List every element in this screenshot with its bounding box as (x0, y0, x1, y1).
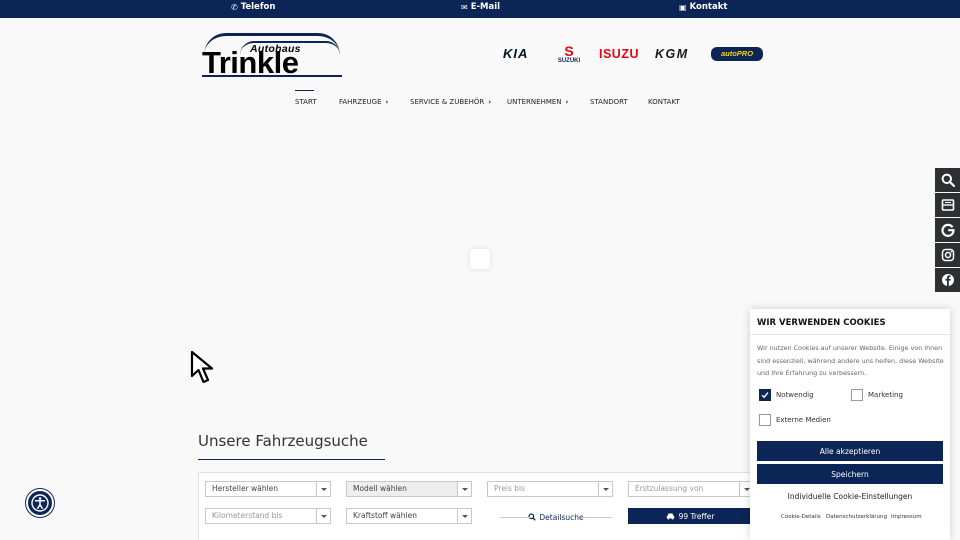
accept-all-button[interactable]: Alle akzeptieren (757, 441, 943, 461)
contact-label: Kontakt (689, 2, 728, 12)
nav-item-standort[interactable]: STANDORT (590, 98, 628, 106)
instagram-icon (941, 248, 954, 262)
chevron-down-icon (457, 482, 471, 496)
logo-underline (202, 75, 342, 77)
checkbox-checked[interactable] (759, 389, 771, 401)
main-navigation: START FAHRZEUGE › SERVICE & ZUBEHÖR › UN… (0, 90, 960, 110)
checkbox-label: Marketing (868, 391, 903, 399)
privacy-policy-link[interactable]: Datenschutzerklärung (826, 514, 887, 520)
registration-select[interactable]: Erstzulassung von (628, 481, 754, 497)
nav-item-service[interactable]: SERVICE & ZUBEHÖR › (410, 98, 491, 106)
select-value: Modell wählen (353, 484, 407, 493)
brand-isuzu-logo[interactable]: ISUZU (599, 47, 639, 61)
checkbox-unchecked[interactable] (851, 389, 863, 401)
select-value: Kilometerstand bis (212, 511, 283, 520)
mouse-cursor-icon (190, 350, 214, 384)
envelope-icon: ✉ (461, 2, 468, 12)
nav-label: FAHRZEUGE (339, 98, 382, 106)
accessibility-button[interactable] (26, 489, 54, 517)
nav-item-kontakt[interactable]: KONTAKT (648, 98, 680, 106)
chevron-right-icon: › (488, 98, 492, 106)
contact-card-icon: ▣ (679, 2, 687, 12)
cookie-checkbox-notwendig[interactable]: Notwendig (759, 389, 814, 401)
nav-label: START (295, 98, 317, 106)
facebook-icon (941, 274, 954, 286)
google-icon (940, 223, 955, 237)
cookie-title: WIR VERWENDEN COOKIES (757, 318, 886, 328)
nav-item-fahrzeuge[interactable]: FAHRZEUGE › (339, 98, 388, 106)
model-select[interactable]: Modell wählen (346, 481, 472, 497)
nav-label: SERVICE & ZUBEHÖR (410, 98, 485, 106)
select-value: Kraftstoff wählen (353, 511, 417, 520)
phone-link[interactable]: ✆ Telefon (231, 2, 275, 12)
cookie-consent-panel: WIR VERWENDEN COOKIES Wir nutzen Cookies… (750, 309, 950, 540)
checkbox-unchecked[interactable] (759, 414, 771, 426)
chevron-right-icon: › (385, 98, 389, 106)
results-count-label: 99 Treffer (678, 511, 715, 521)
checkmark-icon (761, 392, 769, 399)
chevron-down-icon (316, 509, 330, 523)
results-button[interactable]: 99 Treffer (628, 508, 752, 524)
site-logo[interactable]: Autohaus Trinkle (202, 30, 342, 80)
contact-link[interactable]: ▣ Kontakt (679, 2, 727, 12)
select-value: Hersteller wählen (212, 484, 278, 493)
side-instagram-button[interactable] (935, 243, 960, 267)
brand-kgm-logo[interactable]: KGM (655, 47, 689, 61)
suzuki-s-mark: S (564, 43, 574, 59)
side-search-button[interactable] (935, 168, 960, 192)
nav-item-start[interactable]: START (295, 98, 317, 106)
nav-label: UNTERNEHMEN (507, 98, 562, 106)
top-contact-bar: ✆ Telefon ✉ E-Mail ▣ Kontakt (0, 0, 960, 18)
select-value: Erstzulassung von (635, 484, 704, 493)
nav-label: STANDORT (590, 98, 628, 106)
brand-kia-logo[interactable]: KIA (503, 46, 528, 61)
nav-label: KONTAKT (648, 98, 680, 106)
imprint-link[interactable]: Impressum (891, 514, 922, 520)
mailbox-icon (941, 199, 954, 211)
cookie-checkbox-marketing[interactable]: Marketing (851, 389, 903, 401)
individual-settings-link[interactable]: Individuelle Cookie-Einstellungen (750, 492, 950, 501)
accessibility-icon (31, 494, 49, 512)
chevron-right-icon: › (565, 98, 569, 106)
brand-suzuki-logo[interactable]: S SUZUKI (555, 44, 583, 65)
email-label: E-Mail (470, 2, 501, 12)
side-google-button[interactable] (935, 218, 960, 242)
phone-label: Telefon (240, 2, 276, 12)
nav-active-indicator (295, 90, 314, 91)
price-select[interactable]: Preis bis (487, 481, 613, 497)
mileage-select[interactable]: Kilometerstand bis (205, 508, 331, 524)
select-value: Preis bis (494, 484, 526, 493)
chevron-down-icon (457, 509, 471, 523)
manufacturer-select[interactable]: Hersteller wählen (205, 481, 331, 497)
checkbox-label: Externe Medien (776, 416, 831, 424)
heading-underline (198, 459, 385, 460)
chevron-down-icon (316, 482, 330, 496)
cookie-description: Wir nutzen Cookies auf unserer Website. … (757, 344, 944, 377)
slider-loading-placeholder (470, 249, 490, 269)
suzuki-wordmark: SUZUKI (557, 58, 581, 64)
detail-search-link[interactable]: Detailsuche (500, 511, 612, 523)
search-icon (941, 173, 955, 187)
divider-line (582, 517, 612, 518)
checkbox-label: Notwendig (776, 391, 814, 399)
car-icon (666, 513, 674, 520)
side-mailbox-button[interactable] (935, 193, 960, 217)
detail-search-label: Detailsuche (539, 512, 584, 522)
nav-item-unternehmen[interactable]: UNTERNEHMEN › (507, 98, 568, 106)
chevron-down-icon (598, 482, 612, 496)
cookie-divider (750, 334, 950, 335)
divider-line (500, 517, 530, 518)
social-side-rail (935, 168, 960, 293)
vehicle-search-heading: Unsere Fahrzeugsuche (198, 432, 368, 450)
cookie-details-link[interactable]: Cookie-Details (781, 514, 821, 520)
cookie-checkbox-externe-medien[interactable]: Externe Medien (759, 414, 831, 426)
fuel-select[interactable]: Kraftstoff wählen (346, 508, 472, 524)
email-link[interactable]: ✉ E-Mail (461, 2, 500, 12)
side-facebook-button[interactable] (935, 268, 960, 292)
phone-icon: ✆ (231, 2, 238, 12)
save-button[interactable]: Speichern (757, 464, 943, 484)
brand-autopro-logo[interactable]: autoPRO (711, 47, 763, 61)
